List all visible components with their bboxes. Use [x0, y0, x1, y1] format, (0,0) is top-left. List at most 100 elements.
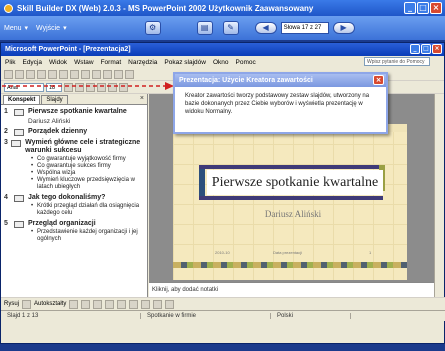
minimize-icon[interactable]: _ [410, 44, 420, 54]
tab-outline[interactable]: Konspekt [3, 95, 41, 104]
powerpoint-title: Microsoft PowerPoint - [Prezentacja2] [5, 46, 131, 53]
chevron-down-icon: ▾ [24, 25, 29, 32]
outline-slide-2[interactable]: 2 Porządek dzienny [4, 128, 144, 136]
pointer-arrow [2, 82, 174, 90]
outline-slide-3[interactable]: 3 Wymień główne cele i strategiczne waru… [4, 139, 144, 155]
restore-icon[interactable]: □ [421, 44, 431, 54]
minimize-icon[interactable]: _ [404, 2, 416, 14]
list-item[interactable]: Krótki przegląd działań dla osiągnięcia … [31, 203, 144, 217]
rectangle-icon[interactable] [93, 299, 103, 309]
slide-icon [14, 195, 24, 202]
slide-icon [14, 109, 24, 116]
status-language: Polski [271, 313, 351, 319]
menu-file[interactable]: Plik [5, 59, 15, 66]
fill-color-icon[interactable] [141, 299, 151, 309]
close-pane-icon[interactable]: × [140, 95, 144, 102]
chevron-down-icon: ▾ [63, 25, 67, 32]
menu-tools[interactable]: Narzędzia [128, 59, 157, 66]
popup-titlebar: Prezentacja: Użycie Kreatora zawartości … [175, 74, 386, 87]
status-slide-count: Slajd 1 z 13 [1, 313, 141, 319]
outline-slide-5[interactable]: 5 Przegląd organizacji [4, 220, 144, 228]
outline-bullets-5: Przedstawienie każdej organizacji i jej … [4, 229, 144, 243]
outline-slide-title: Pierwsze spotkanie kwartalne [28, 108, 127, 115]
list-item[interactable]: Wymień kluczowe przedsięwzięcia w latach… [31, 177, 144, 191]
outline-list: 1 Pierwsze spotkanie kwartalne Dariusz A… [1, 105, 147, 249]
slide-footer-date: 2010-10 [215, 250, 230, 255]
pane-tabs: Konspekt Slajdy × [1, 94, 147, 105]
outline-slide-title: Jak tego dokonaliśmy? [28, 194, 106, 201]
outline-slide-title: Porządek dzienny [28, 128, 88, 135]
line-icon[interactable] [69, 299, 79, 309]
menu-help[interactable]: Pomoc [236, 59, 256, 66]
close-icon[interactable]: × [373, 75, 384, 85]
slide-icon [14, 129, 24, 136]
outline-slide-4[interactable]: 4 Jak tego dokonaliśmy? [4, 194, 144, 202]
popup-title: Prezentacja: Użycie Kreatora zawartości [179, 77, 313, 84]
draw-menu[interactable]: Rysuj [4, 301, 19, 307]
outline-bullets-4: Krótki przegląd działań dla osiągnięcia … [4, 203, 144, 217]
vertical-scrollbar[interactable] [434, 94, 444, 300]
slide-subtitle[interactable]: Dariusz Aliński [193, 209, 393, 219]
arrow-icon[interactable] [81, 299, 91, 309]
exit-button[interactable]: Wyjście ▾ [36, 24, 67, 33]
textbox-icon[interactable] [117, 299, 127, 309]
menu-insert[interactable]: Wstaw [74, 59, 94, 66]
title-band-top [199, 165, 383, 169]
list-item[interactable]: Przedstawienie każdej organizacji i jej … [31, 229, 144, 243]
tab-slides[interactable]: Slajdy [41, 95, 68, 104]
step-selector[interactable]: Słowa 17 z 27 [280, 22, 329, 34]
outline-slide-title: Przegląd organizacji [28, 220, 96, 227]
exit-label: Wyjście [36, 24, 61, 32]
content-wizard-popup: Prezentacja: Użycie Kreatora zawartości … [173, 72, 388, 134]
next-step-button[interactable]: ▶ [332, 22, 355, 34]
popup-body: Kreator zawartości tworzy podstawowy zes… [185, 93, 370, 115]
menu-button[interactable]: Menu ▾ [4, 24, 29, 33]
pp-menubar: Plik Edycja Widok Wstaw Format Narzędzia… [1, 56, 444, 68]
maximize-icon[interactable]: □ [417, 2, 429, 14]
menu-edit[interactable]: Edycja [22, 59, 42, 66]
list-item[interactable]: Co gwarantuje wyjątkowość firmy [31, 156, 144, 163]
slide-title[interactable]: Pierwsze spotkanie kwartalne [207, 170, 383, 195]
app-logo-icon [4, 3, 13, 13]
notes-placeholder: Kliknij, aby dodać notatki [152, 287, 219, 293]
help-search-input[interactable]: Wpisz pytanie do Pomocy [364, 57, 430, 66]
slide-footer-number: 1 [369, 250, 372, 255]
skillbuilder-titlebar: Skill Builder DX (Web) 2.0.3 - MS PowerP… [0, 0, 445, 16]
wordart-icon[interactable] [129, 299, 139, 309]
menu-label: Menu [4, 24, 22, 32]
print-icon[interactable]: ▤ [196, 21, 213, 35]
pp-window-controls: _ □ × [410, 44, 442, 54]
slide-footer-text: Data prezentacji [273, 250, 302, 255]
title-band-bottom [199, 196, 383, 200]
slide-icon [14, 221, 24, 228]
prev-step-button[interactable]: ◀ [254, 22, 277, 34]
select-objects-icon[interactable] [22, 299, 32, 309]
slide-icon [11, 140, 22, 147]
status-design: Spotkanie w firmie [141, 313, 271, 319]
menu-view[interactable]: Widok [49, 59, 67, 66]
oval-icon[interactable] [105, 299, 115, 309]
line-color-icon[interactable] [153, 299, 163, 309]
window-controls: _ □ × [404, 2, 442, 14]
outline-subtitle: Dariusz Aliński [28, 118, 71, 125]
slide-footer-bar [173, 262, 407, 268]
font-color-icon[interactable] [165, 299, 175, 309]
autoshapes-menu[interactable]: Autokształty [34, 301, 66, 307]
close-icon[interactable]: × [430, 2, 442, 14]
menu-window[interactable]: Okno [213, 59, 229, 66]
menu-slideshow[interactable]: Pokaz slajdów [164, 59, 206, 66]
outline-slide-1[interactable]: 1 Pierwsze spotkanie kwartalne [4, 108, 144, 116]
close-icon[interactable]: × [432, 44, 442, 54]
list-item[interactable]: Co gwarantuje sukces firmy [31, 163, 144, 170]
menu-format[interactable]: Format [101, 59, 122, 66]
outline-slide-title: Wymień główne cele i strategiczne warunk… [25, 139, 141, 154]
slide-canvas[interactable]: Pierwsze spotkanie kwartalne Dariusz Ali… [173, 124, 407, 280]
outline-bullets-3: Co gwarantuje wyjątkowość firmy Co gwara… [4, 156, 144, 191]
list-item[interactable]: Wspólna wizja [31, 170, 144, 177]
app-title: Skill Builder DX (Web) 2.0.3 - MS PowerP… [17, 3, 314, 13]
settings-icon[interactable]: ⚙ [144, 21, 161, 35]
notes-pane[interactable]: Kliknij, aby dodać notatki [149, 282, 434, 297]
pencil-icon[interactable]: ✎ [222, 21, 239, 35]
title-side-bar [199, 169, 205, 196]
skillbuilder-toolbar: Menu ▾ Wyjście ▾ ⚙ ▤ ✎ ◀ Słowa 17 z 27 ▶ [0, 16, 445, 40]
